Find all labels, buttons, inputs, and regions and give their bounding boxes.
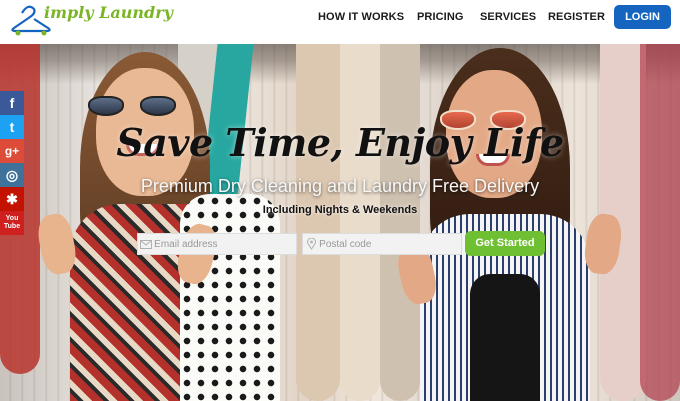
envelope-icon — [138, 239, 154, 249]
hero-headline: Save Time, Enjoy Life — [116, 120, 564, 165]
hero-tagline: Including Nights & Weekends — [262, 204, 418, 216]
postal-code-field[interactable] — [302, 233, 462, 255]
email-field[interactable] — [137, 233, 297, 255]
woman-right — [394, 44, 625, 401]
login-button[interactable]: LOGIN — [614, 5, 671, 29]
logo[interactable]: imply Laundry — [6, 1, 173, 39]
location-pin-icon — [303, 238, 319, 250]
site-header: imply Laundry HOW IT WORKS PRICING SERVI… — [0, 0, 680, 44]
email-input[interactable] — [154, 234, 296, 254]
garment — [340, 44, 380, 401]
garment — [296, 44, 340, 401]
nav-pricing[interactable]: PRICING — [417, 11, 464, 23]
youtube-glyph: You Tube — [3, 215, 21, 230]
nav-services[interactable]: SERVICES — [480, 11, 536, 23]
facebook-glyph: f — [9, 95, 15, 111]
brand-name: imply Laundry — [44, 3, 173, 22]
get-started-button[interactable]: Get Started — [465, 231, 545, 256]
hero-banner: f t g+ ◎ ✱ You Tube Save Time, Enjoy Lif… — [0, 44, 680, 401]
postal-code-input[interactable] — [319, 234, 461, 254]
hero-subheadline: Premium Dry Cleaning and Laundry Free De… — [140, 176, 540, 196]
garment — [640, 44, 680, 401]
facebook-icon[interactable]: f — [0, 91, 24, 115]
nav-register[interactable]: REGISTER — [548, 11, 605, 23]
nav-how-it-works[interactable]: HOW IT WORKS — [318, 11, 404, 23]
woman-left — [30, 44, 280, 401]
